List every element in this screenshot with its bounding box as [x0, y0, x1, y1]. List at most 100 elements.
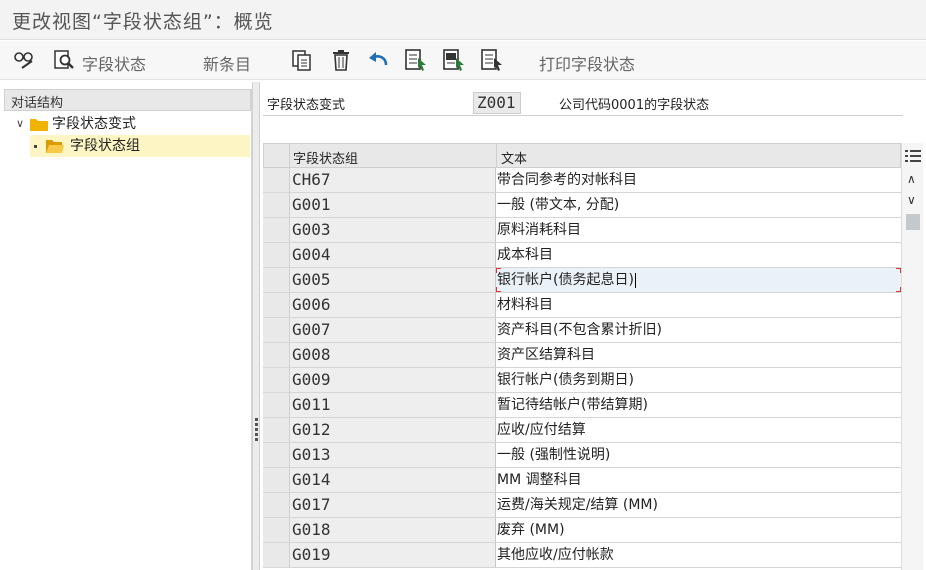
text-cell[interactable]: 其他应收/应付帐款 [496, 543, 901, 568]
text-cell[interactable]: 废弃 (MM) [496, 518, 901, 543]
variant-value-field: Z001 [473, 92, 521, 114]
row-selector[interactable] [263, 293, 290, 318]
group-cell: G014 [290, 468, 496, 493]
group-cell: G011 [290, 393, 496, 418]
row-selector[interactable] [263, 518, 290, 543]
table-row[interactable]: G008 资产区结算科目 [263, 343, 901, 368]
text-cell[interactable]: 运费/海关规定/结算 (MM) [496, 493, 901, 518]
table-row[interactable]: G013 一般 (强制性说明) [263, 443, 901, 468]
text-cell[interactable]: 暂记待结帐户(带结算期) [496, 393, 901, 418]
select-all-rows-cell[interactable] [264, 144, 290, 168]
row-selector[interactable] [263, 168, 290, 193]
glasses-pencil-icon[interactable] [12, 48, 36, 72]
group-cell: CH67 [290, 168, 496, 193]
delete-icon[interactable] [329, 48, 353, 72]
tree-item-label: 字段状态变式 [52, 116, 136, 132]
scroll-up-icon[interactable]: ∧ [907, 172, 916, 186]
text-cell[interactable]: 原料消耗科目 [496, 218, 901, 243]
text-cell[interactable]: 应收/应付结算 [496, 418, 901, 443]
dialog-structure-header: 对话结构 [4, 89, 251, 111]
text-cell[interactable]: 带合同参考的对帐科目 [496, 168, 901, 193]
group-cell: G003 [290, 218, 496, 243]
group-cell: G007 [290, 318, 496, 343]
table-scrollbar[interactable]: ∧ ∨ [901, 143, 923, 570]
divider [263, 115, 903, 116]
table-row[interactable]: G019 其他应收/应付帐款 [263, 543, 901, 568]
text-cell-value: 银行帐户(债务起息日) [497, 272, 634, 288]
table-row[interactable]: G007 资产科目(不包含累计折旧) [263, 318, 901, 343]
row-selector[interactable] [263, 493, 290, 518]
copy-icon[interactable] [290, 48, 314, 72]
table-row[interactable]: CH67 带合同参考的对帐科目 [263, 168, 901, 193]
pane-splitter[interactable] [252, 82, 260, 570]
column-header-group[interactable]: 字段状态组 [293, 148, 358, 167]
text-cell[interactable]: 成本科目 [496, 243, 901, 268]
table-row[interactable]: G011 暂记待结帐户(带结算期) [263, 393, 901, 418]
select-block-icon[interactable] [442, 48, 466, 72]
row-selector[interactable] [263, 343, 290, 368]
scrollbar-thumb[interactable] [906, 214, 920, 230]
table-row[interactable]: G014 MM 调整科目 [263, 468, 901, 493]
row-selector[interactable] [263, 443, 290, 468]
select-all-icon[interactable] [404, 48, 428, 72]
group-cell: G001 [290, 193, 496, 218]
application-toolbar: 字段状态 新条目 打印字段状态 [0, 41, 926, 80]
text-cell-input[interactable]: 银行帐户(债务起息日) [496, 268, 901, 293]
row-selector[interactable] [263, 318, 290, 343]
table-row[interactable]: G006 材料科目 [263, 293, 901, 318]
search-doc-icon[interactable] [52, 48, 76, 72]
table-row-active[interactable]: G005 银行帐户(债务起息日) [263, 268, 901, 293]
table-row[interactable]: G009 银行帐户(债务到期日) [263, 368, 901, 393]
row-selector[interactable] [263, 268, 290, 293]
text-cell[interactable]: 材料科目 [496, 293, 901, 318]
text-cell[interactable]: 一般 (强制性说明) [496, 443, 901, 468]
print-field-status-button[interactable]: 打印字段状态 [539, 51, 635, 75]
splitter-grip [255, 438, 258, 441]
variant-description: 公司代码0001的字段状态 [559, 98, 710, 113]
folder-icon [30, 119, 48, 131]
group-cell: G006 [290, 293, 496, 318]
row-selector[interactable] [263, 218, 290, 243]
table-row[interactable]: G003 原料消耗科目 [263, 218, 901, 243]
row-selector[interactable] [263, 393, 290, 418]
row-selector[interactable] [263, 243, 290, 268]
text-cell[interactable]: 资产区结算科目 [496, 343, 901, 368]
table-row[interactable]: G004 成本科目 [263, 243, 901, 268]
text-cell[interactable]: MM 调整科目 [496, 468, 901, 493]
text-cell[interactable]: 银行帐户(债务到期日) [496, 368, 901, 393]
column-header-text[interactable]: 文本 [501, 148, 527, 167]
row-selector[interactable] [263, 468, 290, 493]
new-entries-button[interactable]: 新条目 [203, 51, 251, 75]
focus-marker [496, 268, 501, 273]
row-selector[interactable] [263, 193, 290, 218]
group-cell: G004 [290, 243, 496, 268]
table-row[interactable]: G017 运费/海关规定/结算 (MM) [263, 493, 901, 518]
splitter-grip [255, 418, 258, 421]
table-header: 字段状态组 文本 [263, 143, 901, 168]
text-cell[interactable]: 资产科目(不包含累计折旧) [496, 318, 901, 343]
splitter-grip [255, 433, 258, 436]
dialog-structure-pane: 对话结构 ∨ 字段状态变式 字段状态组 [4, 89, 252, 570]
bullet-icon [34, 145, 37, 148]
splitter-grip [255, 423, 258, 426]
row-selector[interactable] [263, 368, 290, 393]
row-selector[interactable] [263, 418, 290, 443]
deselect-icon[interactable] [480, 48, 504, 72]
group-cell: G017 [290, 493, 496, 518]
table-row[interactable]: G018 废弃 (MM) [263, 518, 901, 543]
table-row[interactable]: G012 应收/应付结算 [263, 418, 901, 443]
title-bar: 更改视图“字段状态组”：概览 [0, 0, 926, 40]
scroll-down-icon[interactable]: ∨ [907, 193, 916, 207]
text-cell[interactable]: 一般 (带文本, 分配) [496, 193, 901, 218]
row-selector[interactable] [263, 543, 290, 568]
window-title: 更改视图“字段状态组”：概览 [12, 11, 274, 33]
table-row[interactable]: G001 一般 (带文本, 分配) [263, 193, 901, 218]
tree-item-field-status-group[interactable]: 字段状态组 [30, 135, 250, 157]
column-settings-icon[interactable] [904, 147, 922, 165]
undo-icon[interactable] [366, 48, 390, 72]
group-cell: G005 [290, 268, 496, 293]
field-status-button[interactable]: 字段状态 [82, 51, 146, 75]
chevron-down-icon[interactable]: ∨ [16, 113, 24, 135]
group-cell: G008 [290, 343, 496, 368]
field-status-variant-row: 字段状态变式 Z001 公司代码0001的字段状态 [263, 90, 903, 116]
